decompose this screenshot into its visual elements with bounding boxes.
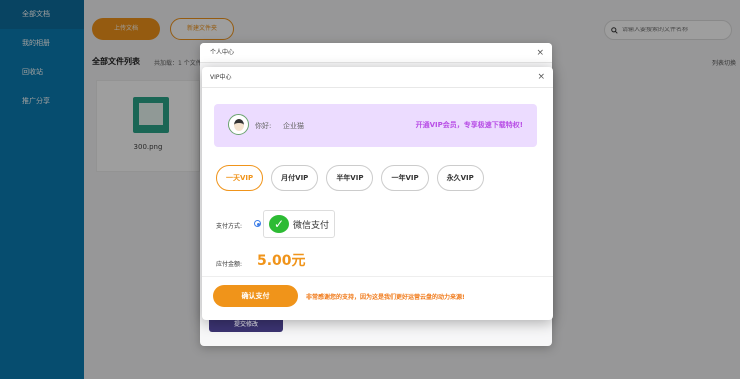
close-icon[interactable]: × bbox=[537, 67, 545, 88]
plan-one-day[interactable]: 一天VIP bbox=[216, 165, 264, 191]
dialog-title: VIP中心 bbox=[210, 74, 232, 81]
plan-one-year[interactable]: 一年VIP bbox=[381, 165, 429, 191]
dialog-title: 个人中心 bbox=[210, 49, 235, 56]
dialog-header: 个人中心 × bbox=[200, 43, 552, 63]
amount-value: 5.00元 bbox=[257, 253, 306, 269]
payment-method-label: 支付方式: bbox=[216, 223, 243, 230]
greeting-label: 你好: bbox=[255, 122, 272, 130]
close-icon[interactable]: × bbox=[536, 43, 544, 63]
user-card: 你好: 企业猫 开通VIP会员，专享极速下载特权! bbox=[214, 104, 537, 147]
wechat-pay-option[interactable]: ✓ 微信支付 bbox=[263, 210, 335, 238]
thanks-message: 非常感谢您的支持，因为这是我们更好运营云盘的动力来源! bbox=[306, 294, 465, 301]
payment-method-name: 微信支付 bbox=[293, 220, 330, 231]
username: 企业猫 bbox=[283, 122, 304, 130]
confirm-payment-button[interactable]: 确认支付 bbox=[213, 285, 298, 307]
plan-lifetime[interactable]: 永久VIP bbox=[436, 165, 484, 191]
vip-promo-text: 开通VIP会员，专享极速下载特权! bbox=[415, 121, 523, 129]
dialog-header: VIP中心 × bbox=[202, 67, 553, 88]
plan-options: 一天VIP 月付VIP 半年VIP 一年VIP 永久VIP bbox=[216, 165, 484, 191]
divider bbox=[202, 276, 553, 277]
amount-label: 应付金额: bbox=[216, 261, 243, 268]
vip-center-dialog: VIP中心 × 你好: 企业猫 开通VIP会员，专享极速下载特权! 一天VIP … bbox=[202, 67, 553, 320]
avatar bbox=[228, 114, 249, 135]
wechat-icon: ✓ bbox=[269, 215, 289, 233]
payment-radio[interactable] bbox=[254, 220, 261, 227]
plan-monthly[interactable]: 月付VIP bbox=[271, 165, 319, 191]
plan-half-year[interactable]: 半年VIP bbox=[326, 165, 374, 191]
